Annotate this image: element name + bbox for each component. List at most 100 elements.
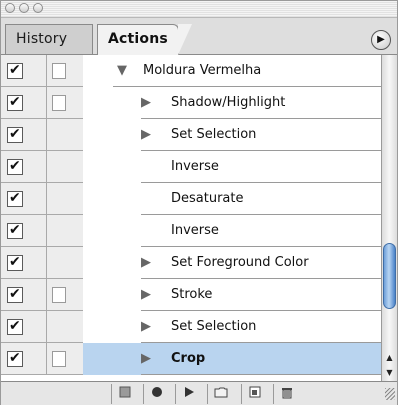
disclosure-triangle-right-icon[interactable]: ▶ (141, 247, 151, 279)
action-row[interactable]: ▶ Stroke (1, 279, 381, 311)
record-button[interactable] (143, 384, 169, 404)
action-label: Desaturate (171, 191, 244, 206)
action-cell[interactable]: Inverse (83, 215, 381, 247)
dialog-toggle-box[interactable] (52, 63, 66, 79)
new-set-folder-button[interactable] (207, 384, 233, 404)
action-label: Crop (171, 351, 206, 366)
toggle-checkbox[interactable] (7, 222, 23, 239)
actions-list: ▼ Moldura Vermelha ▶ Shadow/Highlight ▶ Set S… (1, 55, 381, 381)
toggle-cell (1, 343, 47, 375)
toggle-checkbox[interactable] (7, 62, 23, 79)
toggle-cell (1, 279, 47, 311)
stop-icon (119, 386, 131, 402)
dialog-toggle-cell (47, 215, 83, 247)
toggle-checkbox[interactable] (7, 286, 23, 303)
disclosure-triangle-right-icon[interactable]: ▶ (141, 343, 151, 375)
actions-palette: History Actions ▶ ▼ Moldura Vermelha ▶ Shad… (0, 0, 398, 405)
action-cell[interactable]: Desaturate (83, 183, 381, 215)
action-label: Inverse (171, 159, 219, 174)
action-row[interactable]: Inverse (1, 215, 381, 247)
toggle-checkbox[interactable] (7, 350, 23, 367)
disclosure-triangle-right-icon[interactable]: ▶ (141, 279, 151, 311)
dialog-toggle-cell (47, 311, 83, 343)
toggle-cell (1, 215, 47, 247)
dialog-toggle-box[interactable] (52, 95, 66, 111)
toggle-checkbox[interactable] (7, 126, 23, 143)
zoom-button[interactable] (33, 3, 43, 13)
trash-button[interactable] (273, 384, 299, 404)
toggle-checkbox[interactable] (7, 158, 23, 175)
action-label: Inverse (171, 223, 219, 238)
dialog-toggle-box[interactable] (52, 351, 66, 367)
toggle-cell (1, 311, 47, 343)
action-label: Set Selection (171, 127, 257, 142)
disclosure-triangle-right-icon[interactable]: ▶ (141, 311, 151, 343)
toggle-checkbox[interactable] (7, 190, 23, 207)
action-label: Set Foreground Color (171, 255, 309, 270)
action-row[interactable]: Inverse (1, 151, 381, 183)
action-row[interactable]: ▼ Moldura Vermelha (1, 55, 381, 87)
new-set-folder-icon (214, 386, 228, 402)
close-button[interactable] (5, 3, 15, 13)
toggle-checkbox[interactable] (7, 254, 23, 271)
action-label: Moldura Vermelha (143, 63, 262, 78)
action-row[interactable]: ▶ Set Foreground Color (1, 247, 381, 279)
scroll-thumb[interactable] (383, 243, 396, 309)
toggle-cell (1, 87, 47, 119)
action-cell[interactable]: ▶ Shadow/Highlight (83, 87, 381, 119)
dialog-toggle-cell (47, 119, 83, 151)
resize-grip-icon[interactable] (385, 388, 395, 400)
new-action-icon (249, 386, 261, 402)
action-cell[interactable]: ▶ Stroke (83, 279, 381, 311)
bottom-toolbar (1, 381, 397, 405)
toggle-cell (1, 183, 47, 215)
toggle-cell (1, 247, 47, 279)
trash-icon (281, 386, 293, 403)
triangle-right-icon: ▶ (377, 34, 385, 45)
action-row[interactable]: ▶ Set Selection (1, 119, 381, 151)
action-label: Stroke (171, 287, 213, 302)
action-row[interactable]: ▶ Set Selection (1, 311, 381, 343)
action-label: Shadow/Highlight (171, 95, 286, 110)
dialog-toggle-box[interactable] (52, 287, 66, 303)
toggle-checkbox[interactable] (7, 318, 23, 335)
action-row[interactable]: Desaturate (1, 183, 381, 215)
play-button[interactable] (175, 384, 201, 404)
toggle-cell (1, 55, 47, 87)
title-bar[interactable] (1, 1, 397, 18)
toggle-cell (1, 119, 47, 151)
action-cell[interactable]: ▶ Crop (83, 343, 381, 375)
tab-bar: History Actions ▶ (1, 18, 397, 55)
palette-menu-button[interactable]: ▶ (371, 30, 391, 50)
action-cell[interactable]: ▶ Set Selection (83, 311, 381, 343)
action-cell[interactable]: ▶ Set Foreground Color (83, 247, 381, 279)
disclosure-triangle-right-icon[interactable]: ▶ (141, 119, 151, 151)
action-row[interactable]: ▶ Crop (1, 343, 381, 375)
stop-button[interactable] (111, 384, 137, 404)
play-icon (183, 386, 195, 402)
vertical-scrollbar[interactable]: ▲ ▼ (381, 55, 397, 381)
action-cell[interactable]: ▼ Moldura Vermelha (83, 55, 381, 87)
tab-history[interactable]: History (5, 24, 93, 54)
action-cell[interactable]: Inverse (83, 151, 381, 183)
tab-actions[interactable]: Actions (97, 24, 192, 55)
action-cell[interactable]: ▶ Set Selection (83, 119, 381, 151)
dialog-toggle-cell (47, 183, 83, 215)
toggle-cell (1, 151, 47, 183)
disclosure-triangle-right-icon[interactable]: ▶ (141, 87, 151, 119)
dialog-toggle-cell (47, 343, 83, 375)
action-label: Set Selection (171, 319, 257, 334)
dialog-toggle-cell (47, 87, 83, 119)
dialog-toggle-cell (47, 55, 83, 87)
minimize-button[interactable] (19, 3, 29, 13)
dialog-toggle-cell (47, 247, 83, 279)
scroll-up-arrow-icon[interactable]: ▲ (382, 351, 397, 365)
scroll-down-arrow-icon[interactable]: ▼ (382, 366, 397, 380)
dialog-toggle-cell (47, 151, 83, 183)
disclosure-triangle-down-icon[interactable]: ▼ (117, 55, 127, 87)
new-action-button[interactable] (241, 384, 267, 404)
row-divider (141, 374, 381, 375)
action-row[interactable]: ▶ Shadow/Highlight (1, 87, 381, 119)
dialog-toggle-cell (47, 279, 83, 311)
toggle-checkbox[interactable] (7, 94, 23, 111)
